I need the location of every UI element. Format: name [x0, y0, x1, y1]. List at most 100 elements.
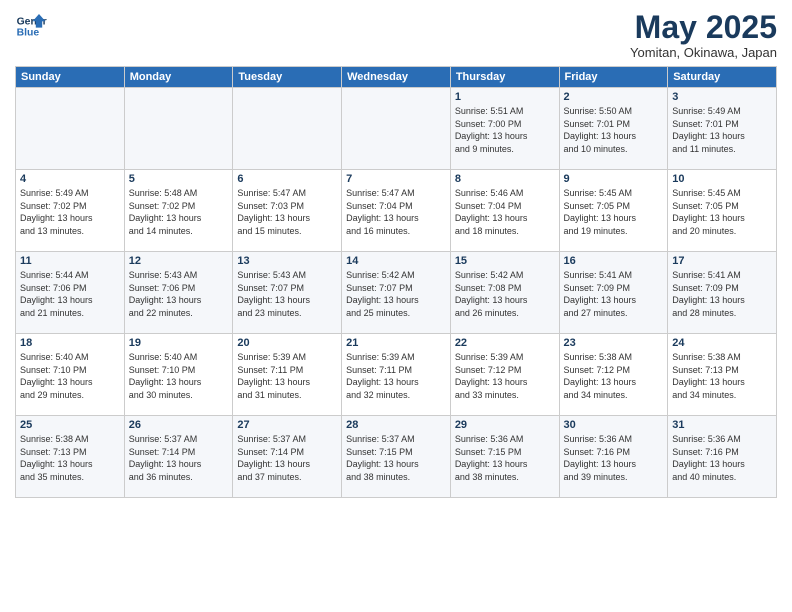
calendar-cell: 29 Sunrise: 5:36 AMSunset: 7:15 PMDayligh… [450, 416, 559, 498]
logo-icon: General Blue [15, 10, 47, 42]
day-number: 25 [20, 419, 120, 431]
calendar-cell: 22 Sunrise: 5:39 AMSunset: 7:12 PMDayligh… [450, 334, 559, 416]
day-info: Sunrise: 5:36 AMSunset: 7:16 PMDaylight:… [672, 433, 772, 483]
location: Yomitan, Okinawa, Japan [630, 45, 777, 60]
day-number: 3 [672, 91, 772, 103]
day-number: 31 [672, 419, 772, 431]
col-thursday: Thursday [450, 67, 559, 88]
calendar-cell: 31 Sunrise: 5:36 AMSunset: 7:16 PMDayligh… [668, 416, 777, 498]
day-info: Sunrise: 5:44 AMSunset: 7:06 PMDaylight:… [20, 269, 120, 319]
day-number: 4 [20, 173, 120, 185]
day-info: Sunrise: 5:39 AMSunset: 7:11 PMDaylight:… [346, 351, 446, 401]
day-info: Sunrise: 5:43 AMSunset: 7:07 PMDaylight:… [237, 269, 337, 319]
calendar-cell: 30Sunrise: 5:36 AMSunset: 7:16 PMDayligh… [559, 416, 668, 498]
calendar-week-1: 1Sunrise: 5:51 AMSunset: 7:00 PMDaylight… [16, 88, 777, 170]
day-info: Sunrise: 5:38 AMSunset: 7:13 PMDaylight:… [672, 351, 772, 401]
svg-text:Blue: Blue [17, 28, 40, 39]
day-number: 16 [564, 255, 664, 267]
day-info: Sunrise: 5:38 AMSunset: 7:12 PMDaylight:… [564, 351, 664, 401]
day-info: Sunrise: 5:45 AMSunset: 7:05 PMDaylight:… [564, 187, 664, 237]
col-tuesday: Tuesday [233, 67, 342, 88]
calendar-cell: 20 Sunrise: 5:39 AMSunset: 7:11 PMDayligh… [233, 334, 342, 416]
day-info: Sunrise: 5:38 AMSunset: 7:13 PMDaylight:… [20, 433, 120, 483]
logo: General Blue General Blue [15, 10, 51, 42]
day-number: 17 [672, 255, 772, 267]
day-number: 21 [346, 337, 446, 349]
day-number: 9 [564, 173, 664, 185]
col-wednesday: Wednesday [342, 67, 451, 88]
col-sunday: Sunday [16, 67, 125, 88]
day-number: 23 [564, 337, 664, 349]
calendar-cell: 25 Sunrise: 5:38 AMSunset: 7:13 PMDayligh… [16, 416, 125, 498]
day-number: 15 [455, 255, 555, 267]
day-info: Sunrise: 5:51 AMSunset: 7:00 PMDaylight:… [455, 105, 555, 155]
day-info: Sunrise: 5:39 AMSunset: 7:11 PMDaylight:… [237, 351, 337, 401]
day-info: Sunrise: 5:49 AMSunset: 7:02 PMDaylight:… [20, 187, 120, 237]
day-info: Sunrise: 5:47 AMSunset: 7:04 PMDaylight:… [346, 187, 446, 237]
calendar-cell: 7 Sunrise: 5:47 AMSunset: 7:04 PMDaylight… [342, 170, 451, 252]
calendar-cell [342, 88, 451, 170]
day-info: Sunrise: 5:37 AMSunset: 7:14 PMDaylight:… [237, 433, 337, 483]
day-info: Sunrise: 5:37 AMSunset: 7:14 PMDaylight:… [129, 433, 229, 483]
day-number: 18 [20, 337, 120, 349]
calendar-cell: 28Sunrise: 5:37 AMSunset: 7:15 PMDayligh… [342, 416, 451, 498]
day-info: Sunrise: 5:47 AMSunset: 7:03 PMDaylight:… [237, 187, 337, 237]
day-info: Sunrise: 5:46 AMSunset: 7:04 PMDaylight:… [455, 187, 555, 237]
calendar-table: Sunday Monday Tuesday Wednesday Thursday… [15, 66, 777, 498]
day-info: Sunrise: 5:41 AMSunset: 7:09 PMDaylight:… [564, 269, 664, 319]
calendar-cell: 3 Sunrise: 5:49 AMSunset: 7:01 PMDaylight… [668, 88, 777, 170]
day-number: 24 [672, 337, 772, 349]
month-title: May 2025 [630, 10, 777, 45]
calendar-cell [16, 88, 125, 170]
calendar-cell [233, 88, 342, 170]
calendar-cell: 16 Sunrise: 5:41 AMSunset: 7:09 PMDayligh… [559, 252, 668, 334]
header-row: Sunday Monday Tuesday Wednesday Thursday… [16, 67, 777, 88]
calendar-cell [124, 88, 233, 170]
day-number: 8 [455, 173, 555, 185]
calendar-week-2: 4 Sunrise: 5:49 AMSunset: 7:02 PMDaylight… [16, 170, 777, 252]
day-info: Sunrise: 5:39 AMSunset: 7:12 PMDaylight:… [455, 351, 555, 401]
day-info: Sunrise: 5:48 AMSunset: 7:02 PMDaylight:… [129, 187, 229, 237]
day-number: 19 [129, 337, 229, 349]
day-info: Sunrise: 5:49 AMSunset: 7:01 PMDaylight:… [672, 105, 772, 155]
day-info: Sunrise: 5:45 AMSunset: 7:05 PMDaylight:… [672, 187, 772, 237]
day-number: 26 [129, 419, 229, 431]
day-number: 27 [237, 419, 337, 431]
day-number: 11 [20, 255, 120, 267]
calendar-week-3: 11 Sunrise: 5:44 AMSunset: 7:06 PMDayligh… [16, 252, 777, 334]
day-info: Sunrise: 5:42 AMSunset: 7:07 PMDaylight:… [346, 269, 446, 319]
day-number: 20 [237, 337, 337, 349]
day-number: 10 [672, 173, 772, 185]
page: General Blue General Blue May 2025 Yomit… [0, 0, 792, 612]
day-number: 29 [455, 419, 555, 431]
calendar-cell: 24 Sunrise: 5:38 AMSunset: 7:13 PMDayligh… [668, 334, 777, 416]
calendar-cell: 4 Sunrise: 5:49 AMSunset: 7:02 PMDaylight… [16, 170, 125, 252]
calendar-cell: 9 Sunrise: 5:45 AMSunset: 7:05 PMDaylight… [559, 170, 668, 252]
calendar-cell: 26 Sunrise: 5:37 AMSunset: 7:14 PMDayligh… [124, 416, 233, 498]
day-info: Sunrise: 5:40 AMSunset: 7:10 PMDaylight:… [20, 351, 120, 401]
title-block: May 2025 Yomitan, Okinawa, Japan [630, 10, 777, 60]
day-number: 5 [129, 173, 229, 185]
calendar-cell: 23 Sunrise: 5:38 AMSunset: 7:12 PMDayligh… [559, 334, 668, 416]
calendar-cell: 14Sunrise: 5:42 AMSunset: 7:07 PMDayligh… [342, 252, 451, 334]
calendar-cell: 2Sunrise: 5:50 AMSunset: 7:01 PMDaylight… [559, 88, 668, 170]
col-monday: Monday [124, 67, 233, 88]
day-info: Sunrise: 5:43 AMSunset: 7:06 PMDaylight:… [129, 269, 229, 319]
calendar-cell: 15 Sunrise: 5:42 AMSunset: 7:08 PMDayligh… [450, 252, 559, 334]
calendar-cell: 21 Sunrise: 5:39 AMSunset: 7:11 PMDayligh… [342, 334, 451, 416]
day-number: 28 [346, 419, 446, 431]
day-number: 12 [129, 255, 229, 267]
calendar-cell: 11 Sunrise: 5:44 AMSunset: 7:06 PMDayligh… [16, 252, 125, 334]
day-number: 13 [237, 255, 337, 267]
day-info: Sunrise: 5:41 AMSunset: 7:09 PMDaylight:… [672, 269, 772, 319]
day-number: 7 [346, 173, 446, 185]
calendar-cell: 1Sunrise: 5:51 AMSunset: 7:00 PMDaylight… [450, 88, 559, 170]
calendar-week-5: 25 Sunrise: 5:38 AMSunset: 7:13 PMDayligh… [16, 416, 777, 498]
calendar-cell: 17 Sunrise: 5:41 AMSunset: 7:09 PMDayligh… [668, 252, 777, 334]
day-number: 22 [455, 337, 555, 349]
calendar-cell: 18 Sunrise: 5:40 AMSunset: 7:10 PMDayligh… [16, 334, 125, 416]
day-info: Sunrise: 5:42 AMSunset: 7:08 PMDaylight:… [455, 269, 555, 319]
calendar-cell: 19Sunrise: 5:40 AMSunset: 7:10 PMDayligh… [124, 334, 233, 416]
day-info: Sunrise: 5:36 AMSunset: 7:16 PMDaylight:… [564, 433, 664, 483]
day-info: Sunrise: 5:36 AMSunset: 7:15 PMDaylight:… [455, 433, 555, 483]
